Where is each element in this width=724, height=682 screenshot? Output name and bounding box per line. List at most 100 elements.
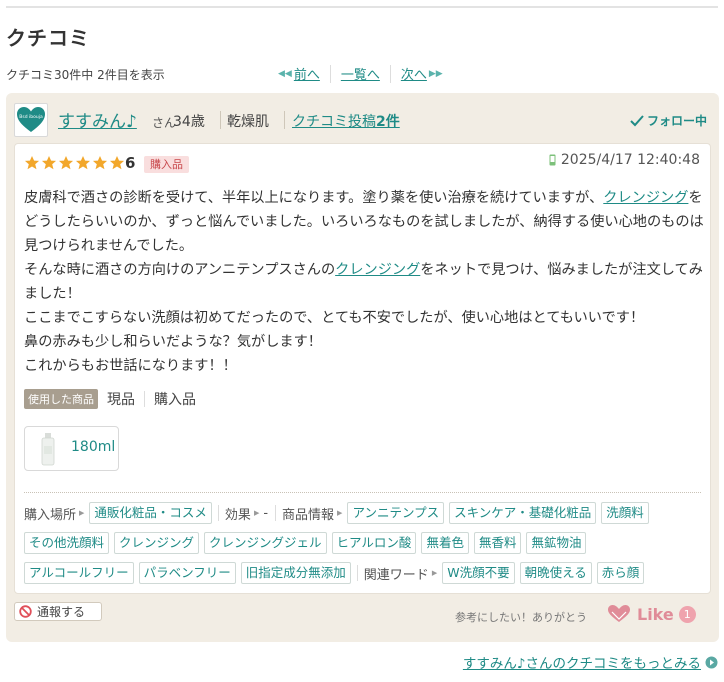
page-title: クチコミ [6, 26, 90, 50]
product-tag-divider [144, 391, 145, 407]
review-paragraph: これからもお世話になります！！ [24, 358, 237, 374]
product-size: 180ml [71, 439, 116, 455]
more-reviews-link-wrap[interactable]: すすみん♪さんのクチコミをもっとみる [463, 652, 718, 672]
next-link[interactable]: 次へ [401, 64, 427, 83]
purchase-badge: 購入品 [144, 156, 189, 173]
review-paragraph: 鼻の赤みも少し和らいだような？気がします！ [24, 334, 322, 350]
tag-item[interactable]: クレンジング [114, 532, 200, 554]
cleansing-link[interactable]: クレンジング [603, 190, 688, 206]
heart-avatar-icon: Bsd ibouja [17, 107, 45, 132]
tag-item[interactable]: 無着色 [421, 532, 469, 554]
avatar[interactable]: Bsd ibouja [14, 103, 48, 137]
star-rating [24, 155, 125, 171]
avatar-text: Bsd ibouja [19, 114, 43, 120]
reviewer-header: Bsd ibouja すすみん♪ さん 34歳 乾燥肌 クチコミ投稿2件 フォロ… [14, 103, 711, 139]
triangle-right-icon: ▶ [253, 509, 260, 517]
product-thumbnail[interactable]: 180ml [24, 426, 119, 471]
user-name-link[interactable]: すすみん♪ [58, 107, 137, 132]
tag-item[interactable]: 洗顔料 [601, 502, 649, 524]
like-button[interactable]: Like 1 [606, 604, 696, 624]
report-button[interactable]: 通報する [14, 602, 102, 621]
label-text: 効果 [224, 507, 251, 523]
used-product-label: 使用した商品 [24, 389, 98, 409]
review-body-box: 6 購入品 2025/4/17 12:40:48 皮膚科で酒さの診断を受けて、半… [14, 143, 711, 594]
pager-divider [389, 64, 391, 83]
tag-item[interactable]: 朝晩使える [519, 562, 592, 584]
tag-item[interactable]: 無香料 [473, 532, 522, 554]
tag-item[interactable]: アンニテンプス [347, 502, 445, 524]
product-info-label: 商品情報 ▶ [282, 504, 342, 523]
tag-item[interactable]: 赤ら顔 [596, 562, 645, 584]
prev-arrow-icon: ◀◀ [278, 68, 292, 79]
related-words-label: 関連ワード ▶ [364, 564, 437, 583]
header-divider [284, 111, 285, 129]
pager: ◀◀ 前へ 一覧へ 次へ ▶▶ [278, 64, 443, 83]
follow-label: フォロー中 [646, 114, 707, 128]
tag-item[interactable]: パラベンフリー [138, 562, 236, 584]
review-paragraph: そんな時に酒さの方向けのアンニテンプスさんのクレンジングをネットで見つけ、悩みま… [24, 258, 704, 306]
product-tag-purchased: 購入品 [154, 392, 196, 408]
star-icon [41, 155, 57, 170]
pager-divider [329, 64, 331, 83]
star-icon [75, 155, 91, 170]
posts-count: 2件 [376, 114, 400, 130]
circle-arrow-right-icon [705, 656, 718, 668]
prev-link[interactable]: 前へ [294, 64, 320, 83]
check-icon [630, 114, 644, 126]
pager-row: クチコミ30件中 2件目を表示 ◀◀ 前へ 一覧へ 次へ ▶▶ [6, 64, 718, 84]
triangle-right-icon: ▶ [337, 509, 343, 517]
tag-list: 購入場所 ▶ 通販化粧品・コスメ 効果 ▶ - 商品情報 ▶ アンニテンプス スキンケ… [24, 502, 704, 592]
tag-item[interactable]: 無鉱物油 [526, 532, 587, 554]
tag-item[interactable]: ヒアルロン酸 [331, 532, 417, 554]
tag-item[interactable]: その他洗顔料 [24, 532, 110, 554]
tag-item[interactable]: スキンケア・基礎化粧品 [449, 502, 597, 524]
top-divider [6, 6, 718, 8]
like-label: Like [637, 604, 674, 624]
used-product-row: 使用した商品 現品 購入品 [24, 389, 196, 409]
prohibited-icon [19, 605, 32, 618]
tag-line: その他洗顔料 クレンジング クレンジングジェル ヒアルロン酸 無着色 無香料 無… [24, 532, 704, 554]
star-icon [58, 155, 74, 170]
follow-button[interactable]: フォロー中 [630, 112, 707, 129]
review-count-text: クチコミ30件中 2件目を表示 [6, 68, 165, 82]
label-text: 購入場所 [24, 507, 77, 523]
star-icon [24, 155, 40, 170]
review-card: Bsd ibouja すすみん♪ さん 34歳 乾燥肌 クチコミ投稿2件 フォロ… [6, 93, 719, 642]
review-posts-link[interactable]: クチコミ投稿2件 [292, 111, 400, 131]
like-count: 1 [678, 605, 696, 623]
tag-divider [275, 505, 277, 521]
text-segment: 皮膚科で酒さの診断を受けて、半年以上になります。塗り薬を使い治療を続けていますが… [24, 190, 604, 206]
datetime-text: 2025/4/17 12:40:48 [560, 152, 700, 168]
user-age: 34歳 [173, 114, 205, 130]
tags-divider [24, 492, 701, 493]
effect-label: 効果 ▶ [225, 504, 259, 523]
posts-label: クチコミ投稿 [292, 114, 376, 130]
next-arrow-icon: ▶▶ [428, 68, 443, 79]
tag-divider [356, 565, 358, 581]
post-datetime: 2025/4/17 12:40:48 [549, 152, 700, 168]
bottle-icon [41, 433, 55, 466]
cleansing-link[interactable]: クレンジング [335, 262, 420, 278]
hands-heart-icon [608, 605, 630, 622]
tag-item[interactable]: 通販化粧品・コスメ [89, 502, 212, 524]
triangle-right-icon: ▶ [79, 509, 85, 517]
tag-item[interactable]: W洗顔不要 [442, 562, 515, 584]
triangle-right-icon: ▶ [431, 569, 438, 577]
tag-item[interactable]: アルコールフリー [24, 562, 134, 584]
star-icon [109, 155, 125, 170]
list-link[interactable]: 一覧へ [341, 64, 380, 83]
text-segment: そんな時に酒さの方向けのアンニテンプスさんの [24, 262, 336, 278]
product-tag-full: 現品 [107, 392, 135, 408]
report-label: 通報する [37, 605, 86, 619]
star-icon [92, 155, 108, 170]
tag-divider [217, 505, 219, 521]
review-paragraph: ここまでこすらない洗顔は初めてだったので、とても不安でしたが、使い心地はとてもい… [24, 310, 645, 326]
tag-item[interactable]: 旧指定成分無添加 [240, 562, 351, 584]
tag-line: 購入場所 ▶ 通販化粧品・コスメ 効果 ▶ - 商品情報 ▶ アンニテンプス スキンケ… [24, 502, 704, 524]
helpful-text: 参考にしたい！ありがとう [455, 611, 587, 624]
tag-item[interactable]: クレンジングジェル [204, 532, 327, 554]
label-text: 商品情報 [282, 507, 335, 523]
more-reviews-link[interactable]: すすみん♪さんのクチコミをもっとみる [463, 652, 701, 672]
effect-value: - [263, 505, 269, 521]
review-paragraph: 皮膚科で酒さの診断を受けて、半年以上になります。塗り薬を使い治療を続けていますが… [24, 186, 704, 258]
